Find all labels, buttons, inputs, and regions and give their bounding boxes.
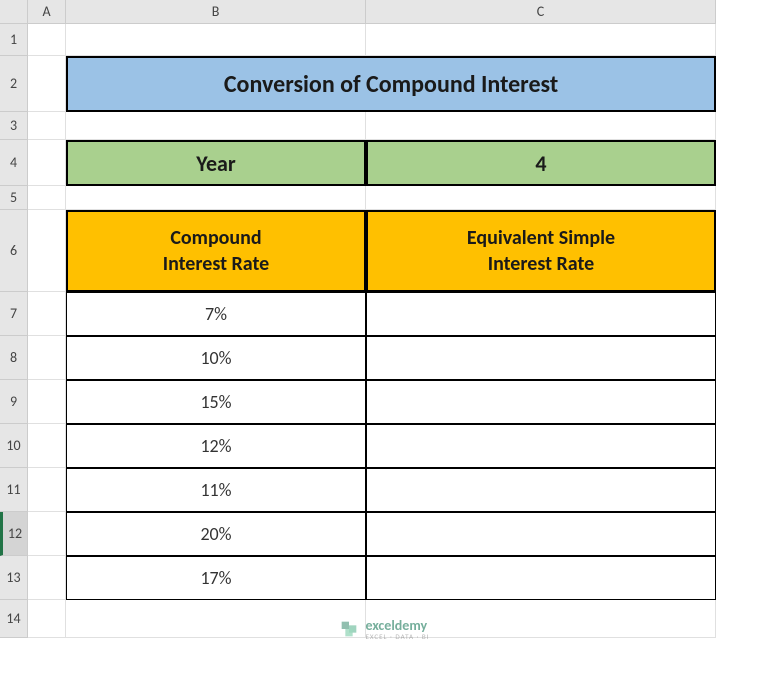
data-cell-c7[interactable] bbox=[366, 292, 716, 336]
select-all-corner[interactable] bbox=[0, 0, 28, 24]
row-header-11[interactable]: 11 bbox=[0, 468, 28, 512]
cell-a3[interactable] bbox=[28, 112, 66, 140]
column-headers: ABC bbox=[28, 0, 716, 24]
row-header-13[interactable]: 13 bbox=[0, 556, 28, 600]
row-header-14[interactable]: 14 bbox=[0, 600, 28, 638]
row-header-8[interactable]: 8 bbox=[0, 336, 28, 380]
cell-a8[interactable] bbox=[28, 336, 66, 380]
cell-a4[interactable] bbox=[28, 140, 66, 186]
cell-a5[interactable] bbox=[28, 186, 66, 210]
watermark-text: exceldemy EXCEL · DATA · BI bbox=[365, 619, 429, 640]
cell-a1[interactable] bbox=[28, 24, 66, 56]
cell-a13[interactable] bbox=[28, 556, 66, 600]
cell-b5[interactable] bbox=[66, 186, 366, 210]
cell-a9[interactable] bbox=[28, 380, 66, 424]
cell-a11[interactable] bbox=[28, 468, 66, 512]
watermark-tagline: EXCEL · DATA · BI bbox=[365, 633, 429, 640]
row-header-5[interactable]: 5 bbox=[0, 186, 28, 210]
header-compound-rate[interactable]: CompoundInterest Rate bbox=[66, 210, 366, 292]
row-header-3[interactable]: 3 bbox=[0, 112, 28, 140]
column-header-b[interactable]: B bbox=[66, 0, 366, 24]
cell-b3[interactable] bbox=[66, 112, 366, 140]
header-simple-rate[interactable]: Equivalent SimpleInterest Rate bbox=[366, 210, 716, 292]
cell-b14[interactable] bbox=[66, 600, 366, 638]
spreadsheet: ABC 1234567891011121314 Conversion of Co… bbox=[0, 0, 767, 698]
row-header-2[interactable]: 2 bbox=[0, 56, 28, 112]
data-cell-b12[interactable]: 20% bbox=[66, 512, 366, 556]
row-header-7[interactable]: 7 bbox=[0, 292, 28, 336]
year-label-cell[interactable]: Year bbox=[66, 140, 366, 186]
row-header-1[interactable]: 1 bbox=[0, 24, 28, 56]
cell-c3[interactable] bbox=[366, 112, 716, 140]
data-cell-b9[interactable]: 15% bbox=[66, 380, 366, 424]
data-cell-b13[interactable]: 17% bbox=[66, 556, 366, 600]
title-cell[interactable]: Conversion of Compound Interest bbox=[66, 56, 716, 112]
watermark-logo-icon bbox=[337, 618, 359, 640]
data-cell-c12[interactable] bbox=[366, 512, 716, 556]
cell-a12[interactable] bbox=[28, 512, 66, 556]
cell-a14[interactable] bbox=[28, 600, 66, 638]
data-cell-b10[interactable]: 12% bbox=[66, 424, 366, 468]
data-cell-c10[interactable] bbox=[366, 424, 716, 468]
cell-c5[interactable] bbox=[366, 186, 716, 210]
row-header-10[interactable]: 10 bbox=[0, 424, 28, 468]
year-value-cell[interactable]: 4 bbox=[366, 140, 716, 186]
grid-area: Conversion of Compound Interest Year4Comp… bbox=[28, 24, 716, 638]
cell-b1[interactable] bbox=[66, 24, 366, 56]
data-cell-c13[interactable] bbox=[366, 556, 716, 600]
data-cell-b8[interactable]: 10% bbox=[66, 336, 366, 380]
data-cell-c11[interactable] bbox=[366, 468, 716, 512]
cell-c1[interactable] bbox=[366, 24, 716, 56]
row-header-4[interactable]: 4 bbox=[0, 140, 28, 186]
cell-a6[interactable] bbox=[28, 210, 66, 292]
data-cell-b11[interactable]: 11% bbox=[66, 468, 366, 512]
watermark: exceldemy EXCEL · DATA · BI bbox=[337, 618, 429, 640]
row-header-12[interactable]: 12 bbox=[0, 512, 28, 556]
row-header-6[interactable]: 6 bbox=[0, 210, 28, 292]
data-cell-c9[interactable] bbox=[366, 380, 716, 424]
cell-a10[interactable] bbox=[28, 424, 66, 468]
data-cell-b7[interactable]: 7% bbox=[66, 292, 366, 336]
column-header-c[interactable]: C bbox=[366, 0, 716, 24]
watermark-name: exceldemy bbox=[365, 619, 429, 633]
data-cell-c8[interactable] bbox=[366, 336, 716, 380]
column-header-a[interactable]: A bbox=[28, 0, 66, 24]
cell-a2[interactable] bbox=[28, 56, 66, 112]
row-header-9[interactable]: 9 bbox=[0, 380, 28, 424]
cell-a7[interactable] bbox=[28, 292, 66, 336]
row-headers: 1234567891011121314 bbox=[0, 24, 28, 638]
